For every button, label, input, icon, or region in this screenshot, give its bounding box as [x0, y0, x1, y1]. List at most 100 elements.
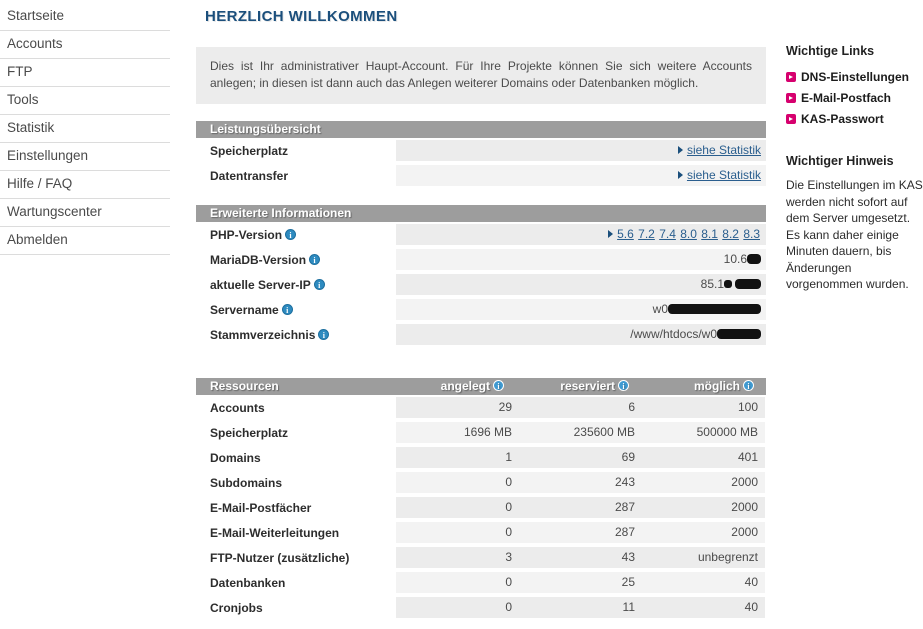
resource-reserviert: 6 — [519, 397, 642, 418]
ressourcen-section: Ressourcen angelegt i reserviert i möglich… — [196, 378, 766, 620]
sidebar-item-wartungscenter[interactable]: Wartungscenter — [0, 199, 170, 227]
arrow-bullet-icon — [786, 114, 796, 124]
notice-text: Die Einstellungen im KAS werden nicht so… — [786, 178, 923, 291]
intro-text: Dies ist Ihr administrativer Haupt-Accou… — [196, 47, 766, 104]
table-row: aktuelle Server-IP i 85.1 — [196, 272, 766, 297]
row-value-datentransfer: siehe Statistik — [396, 165, 766, 186]
row-value-php-versions: 5.6 7.2 7.4 8.0 8.1 8.2 8.3 — [396, 224, 766, 245]
resource-name: Subdomains — [210, 475, 283, 490]
table-row: Accounts 29 6 100 — [196, 395, 766, 420]
page-title: HERZLICH WILLKOMMEN — [205, 8, 398, 25]
row-label-mariadb-version: MariaDB-Version i — [196, 253, 396, 267]
table-row: Cronjobs 0 11 40 — [196, 595, 766, 620]
resource-moeglich: 2000 — [642, 497, 765, 518]
row-label-servername: Servername i — [196, 303, 396, 317]
section-header-label: Ressourcen — [210, 379, 279, 393]
info-icon[interactable]: i — [281, 303, 293, 315]
link-kas-passwort[interactable]: KAS-Passwort — [786, 112, 923, 126]
arrow-bullet-icon — [786, 72, 796, 82]
row-label-server-ip: aktuelle Server-IP i — [196, 278, 396, 292]
row-value-mariadb-version: 10.6 — [396, 249, 766, 270]
php-version-link-72[interactable]: 7.2 — [638, 227, 655, 241]
resource-angelegt: 0 — [396, 572, 519, 593]
notice-heading: Wichtiger Hinweis — [786, 154, 894, 168]
resource-moeglich: 500000 MB — [642, 422, 765, 443]
triangle-marker-icon — [677, 170, 683, 179]
sidebar-item-einstellungen[interactable]: Einstellungen — [0, 143, 170, 171]
php-version-link-82[interactable]: 8.2 — [722, 227, 739, 241]
link-dns-einstellungen[interactable]: DNS-Einstellungen — [786, 70, 923, 84]
sidebar-item-abmelden[interactable]: Abmelden — [0, 227, 170, 255]
table-row: Speicherplatz siehe Statistik — [196, 138, 766, 163]
resource-moeglich: 2000 — [642, 472, 765, 493]
row-label-speicherplatz: Speicherplatz — [210, 143, 289, 158]
section-header-erweiterte-informationen: Erweiterte Informationen — [196, 205, 766, 222]
resource-angelegt: 1 — [396, 447, 519, 468]
info-icon[interactable]: i — [313, 278, 325, 290]
right-sidebar: Wichtige Links DNS-Einstellungen E-Mail-… — [786, 44, 923, 293]
resource-reserviert: 235600 MB — [519, 422, 642, 443]
sidebar-item-accounts[interactable]: Accounts — [0, 31, 170, 59]
sidebar-item-startseite[interactable]: Startseite — [0, 9, 170, 31]
resource-angelegt: 0 — [396, 497, 519, 518]
resource-name: E-Mail-Postfächer — [210, 500, 312, 515]
row-value-stammverzeichnis: /www/htdocs/w0 — [396, 324, 766, 345]
section-header-leistungsuebersicht: Leistungsübersicht — [196, 121, 766, 138]
resource-moeglich: 100 — [642, 397, 765, 418]
resource-name: Accounts — [210, 400, 265, 415]
resource-angelegt: 0 — [396, 597, 519, 618]
sidebar-item-label: Startseite — [7, 8, 65, 23]
row-label-stammverzeichnis: Stammverzeichnis i — [196, 328, 396, 342]
siehe-statistik-link-speicherplatz[interactable]: siehe Statistik — [687, 143, 761, 157]
resource-name: Domains — [210, 450, 261, 465]
resource-moeglich: 40 — [642, 572, 765, 593]
redaction-mark — [747, 253, 761, 264]
resource-reserviert: 287 — [519, 522, 642, 543]
arrow-bullet-icon — [786, 93, 796, 103]
link-e-mail-postfach[interactable]: E-Mail-Postfach — [786, 91, 923, 105]
resource-moeglich: 401 — [642, 447, 765, 468]
resource-name: Datenbanken — [210, 575, 286, 590]
sidebar-item-label: Accounts — [7, 36, 63, 51]
php-version-link-81[interactable]: 8.1 — [701, 227, 718, 241]
resource-reserviert: 43 — [519, 547, 642, 568]
siehe-statistik-link-datentransfer[interactable]: siehe Statistik — [687, 168, 761, 182]
column-header-reserviert: reserviert i — [508, 378, 633, 395]
column-header-moeglich: möglich i — [633, 378, 758, 395]
sidebar-item-label: Statistik — [7, 120, 55, 135]
resource-reserviert: 243 — [519, 472, 642, 493]
info-icon[interactable]: i — [285, 228, 297, 240]
important-links-heading: Wichtige Links — [786, 44, 875, 58]
php-version-link-83[interactable]: 8.3 — [743, 227, 760, 241]
table-row: E-Mail-Postfächer 0 287 2000 — [196, 495, 766, 520]
sidebar-item-label: Wartungscenter — [7, 204, 102, 219]
sidebar-item-label: FTP — [7, 64, 33, 79]
info-icon[interactable]: i — [318, 328, 330, 340]
table-row: PHP-Version i 5.6 7.2 7.4 8.0 8.1 8.2 8.3 — [196, 222, 766, 247]
resource-moeglich: 40 — [642, 597, 765, 618]
link-label: DNS-Einstellungen — [801, 70, 910, 84]
info-icon[interactable]: i — [309, 253, 321, 265]
php-version-link-74[interactable]: 7.4 — [659, 227, 676, 241]
sidebar-item-hilfe-faq[interactable]: Hilfe / FAQ — [0, 171, 170, 199]
resource-reserviert: 11 — [519, 597, 642, 618]
resource-reserviert: 25 — [519, 572, 642, 593]
sidebar-item-tools[interactable]: Tools — [0, 87, 170, 115]
sidebar-item-statistik[interactable]: Statistik — [0, 115, 170, 143]
redaction-mark — [668, 303, 761, 314]
resource-angelegt: 29 — [396, 397, 519, 418]
resource-reserviert: 287 — [519, 497, 642, 518]
php-version-link-80[interactable]: 8.0 — [680, 227, 697, 241]
sidebar-item-label: Einstellungen — [7, 148, 89, 163]
section-header-label: Erweiterte Informationen — [210, 206, 352, 220]
info-icon[interactable]: i — [493, 380, 504, 392]
info-icon[interactable]: i — [618, 380, 629, 392]
table-row: Stammverzeichnis i /www/htdocs/w0 — [196, 322, 766, 347]
resource-name: Speicherplatz — [210, 425, 289, 440]
table-row: Subdomains 0 243 2000 — [196, 470, 766, 495]
php-version-link-56[interactable]: 5.6 — [617, 227, 634, 241]
main-content: HERZLICH WILLKOMMEN Dies ist Ihr adminis… — [196, 0, 766, 620]
sidebar-item-ftp[interactable]: FTP — [0, 59, 170, 87]
resource-angelegt: 0 — [396, 472, 519, 493]
info-icon[interactable]: i — [743, 380, 754, 392]
